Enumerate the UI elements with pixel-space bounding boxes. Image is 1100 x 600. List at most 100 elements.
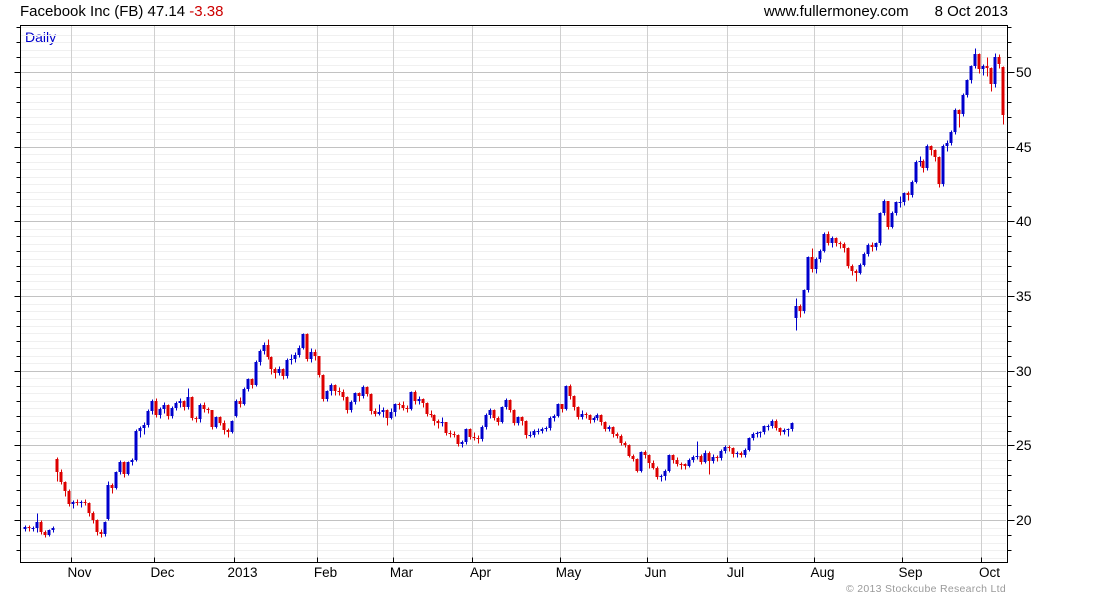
candle-body [647, 455, 651, 463]
candle-body [222, 423, 226, 430]
candle-body [945, 143, 949, 146]
candle-body [933, 150, 937, 157]
candle-body [154, 401, 158, 415]
x-tick-label: Apr [470, 565, 492, 580]
candle-body [448, 433, 452, 434]
candle-body [126, 462, 130, 474]
candle-body [27, 527, 31, 528]
candle-body [250, 379, 254, 385]
candle-body [711, 457, 715, 461]
candle-body [214, 417, 218, 427]
candle-body [532, 431, 536, 435]
candle-body [55, 459, 59, 472]
candle-body [914, 162, 918, 182]
y-tick-label: 20 [1016, 512, 1032, 528]
candle-body [627, 445, 631, 456]
candle-body [325, 391, 329, 399]
candle-body [134, 431, 138, 460]
candle-body [830, 238, 834, 243]
x-tick-label: Jun [645, 565, 667, 580]
candle-body [687, 460, 691, 466]
y-tick-label: 30 [1016, 363, 1032, 379]
candle-body [59, 472, 63, 482]
candle-body [906, 193, 910, 195]
candle-body [266, 345, 270, 357]
candle-body [766, 426, 770, 427]
candle-body [476, 438, 480, 439]
candle-body [798, 306, 802, 311]
candle-body [63, 482, 67, 491]
candle-body [285, 360, 289, 376]
candle-body [921, 161, 925, 168]
candle-body [870, 245, 874, 247]
candle-body [230, 421, 234, 432]
candle-body [345, 397, 349, 410]
candle-body [675, 460, 679, 464]
candle-body [170, 408, 174, 416]
candle-body [731, 448, 735, 454]
candle-body [468, 429, 472, 437]
candle-body [735, 453, 739, 454]
candle-body [580, 414, 584, 417]
candle-body [603, 422, 607, 429]
candle-body [886, 201, 890, 227]
candle-body [564, 386, 568, 409]
candle-body [353, 393, 357, 402]
candle-body [110, 485, 114, 488]
candle-body [663, 471, 667, 476]
candle-body [548, 418, 552, 428]
candle-body [520, 417, 524, 421]
candle-body [560, 404, 564, 409]
x-tick-label: 2013 [227, 565, 257, 580]
candle-body [488, 410, 492, 415]
candle-body [103, 522, 107, 534]
candle-body [75, 502, 79, 503]
candle-body [695, 456, 699, 457]
candle-body [929, 146, 933, 150]
candle-body [794, 306, 798, 318]
candle-body [492, 410, 496, 418]
candle-body [782, 430, 786, 432]
candles-layer [23, 48, 1005, 538]
candle-body [166, 405, 170, 416]
candle-body [150, 401, 154, 411]
candle-body [329, 385, 333, 391]
candle-body [472, 437, 476, 438]
candle-body [381, 410, 385, 412]
candle-body [937, 157, 941, 184]
candle-body [957, 110, 961, 114]
candle-body [43, 532, 47, 535]
candle-body [289, 359, 293, 360]
candle-body [432, 415, 436, 421]
candle-body [293, 355, 297, 359]
candle-body [806, 257, 810, 290]
candle-body [146, 411, 150, 425]
candle-body [576, 407, 580, 417]
candle-body [818, 251, 822, 259]
candle-body [898, 202, 902, 203]
candle-body [846, 248, 850, 266]
x-tick-label: Mar [390, 565, 414, 580]
candle-body [417, 399, 421, 401]
candle-body [691, 457, 695, 460]
candle-body [361, 387, 365, 396]
candle-body [496, 418, 500, 422]
candle-body [397, 404, 401, 405]
candle-body [83, 502, 87, 503]
x-axis-labels: Nov Dec 2013 Feb Mar Apr May Jun Jul Aug Sep Oct [67, 565, 1000, 580]
candle-body [39, 522, 43, 532]
candle-body [389, 412, 393, 418]
candle-body [385, 410, 389, 418]
candle-body [194, 418, 198, 419]
candle-body [826, 234, 830, 243]
candle-body [51, 528, 55, 530]
candle-body [834, 238, 838, 243]
candle-body [822, 234, 826, 251]
candle-body [774, 421, 778, 428]
candle-body [965, 80, 969, 95]
candle-body [218, 417, 222, 423]
candle-body [925, 146, 929, 168]
candle-body [723, 447, 727, 451]
candle-body [659, 476, 663, 477]
candle-body [349, 402, 353, 410]
